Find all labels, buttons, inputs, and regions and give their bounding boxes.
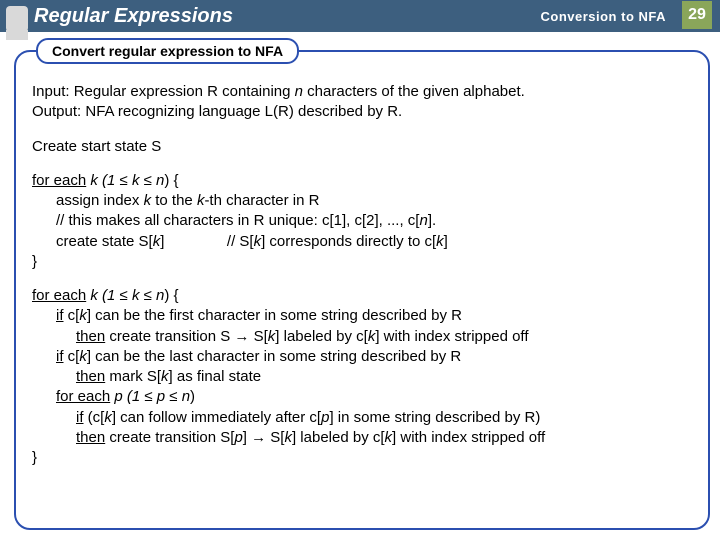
loop2-line3: if c[k] can be the last character in som… [32,347,692,367]
loop1-line3: create state S[k] // S[k] corresponds di… [32,232,692,252]
create-start-line: Create start state S [32,137,692,157]
loop1-close: } [32,252,692,272]
loop2-block: for each k (1 ≤ k ≤ n) { if c[k] can be … [32,286,692,468]
loop2-close: } [32,448,692,468]
output-line: Output: NFA recognizing language L(R) de… [32,102,692,122]
loop2-line5: for each p (1 ≤ p ≤ n) [32,387,692,407]
page-number: 29 [682,1,712,29]
slide-header: Regular Expressions Conversion to NFA 29 [0,0,720,32]
slide-subtitle-wrap: Conversion to NFA [540,9,676,24]
input-line: Input: Regular expression R containing n… [32,82,692,102]
loop1-line1: assign index k to the k-th character in … [32,191,692,211]
section-label: Convert regular expression to NFA [36,38,299,64]
loop2-line7: then create transition S[p] → S[k] label… [32,428,692,448]
loop1-line2: // this makes all characters in R unique… [32,211,692,231]
loop1-header: for each k (1 ≤ k ≤ n) { [32,171,692,191]
loop2-line6: if (c[k] can follow immediately after c[… [32,408,692,428]
loop2-line4: then mark S[k] as final state [32,367,692,387]
slide-title: Regular Expressions [34,5,540,28]
slide-subtitle: Conversion to NFA [540,9,666,24]
loop2-line1: if c[k] can be the first character in so… [32,306,692,326]
body-text: Input: Regular expression R containing n… [32,82,692,468]
loop2-line2: then create transition S → S[k] labeled … [32,327,692,347]
header-badge-icon [6,6,28,32]
loop1-block: for each k (1 ≤ k ≤ n) { assign index k … [32,171,692,272]
loop2-header: for each k (1 ≤ k ≤ n) { [32,286,692,306]
content-frame: Convert regular expression to NFA Input:… [14,50,710,530]
intro-block: Input: Regular expression R containing n… [32,82,692,123]
